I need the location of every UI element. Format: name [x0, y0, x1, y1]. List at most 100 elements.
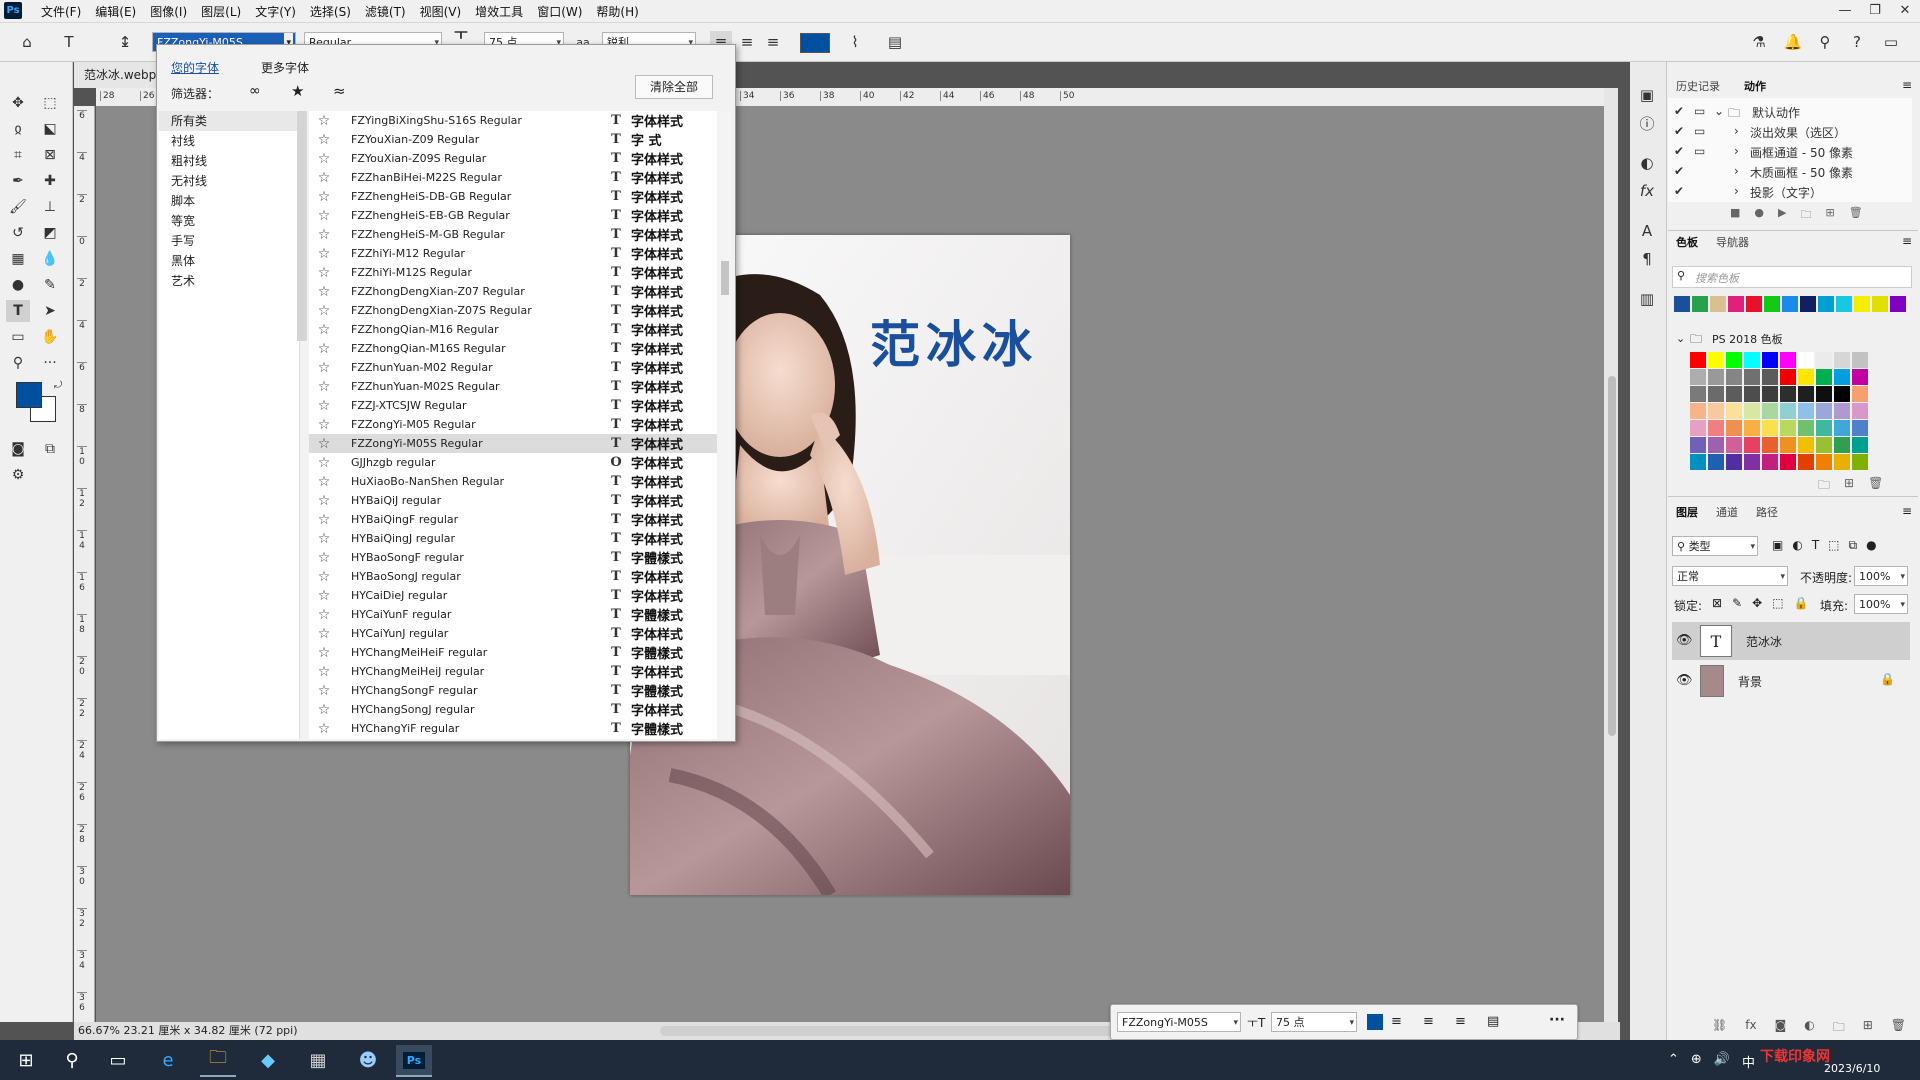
checkmark-icon[interactable]: ✔: [1674, 104, 1684, 118]
text-color-swatch[interactable]: [800, 33, 830, 53]
type-filter-icon[interactable]: T: [1812, 538, 1819, 553]
path-selection-tool-icon[interactable]: ➤: [38, 300, 62, 322]
paragraph-panel-icon[interactable]: ¶: [1636, 248, 1658, 270]
frame-tool-icon[interactable]: ⊠: [38, 144, 62, 166]
align-center-icon[interactable]: ≡: [1423, 1014, 1434, 1029]
category-item[interactable]: 手写: [159, 231, 299, 251]
swatch[interactable]: [1690, 454, 1706, 470]
help-icon[interactable]: ?: [1846, 31, 1868, 53]
swatch[interactable]: [1690, 352, 1706, 368]
swatch[interactable]: [1798, 352, 1814, 368]
screen-mode-icon[interactable]: ⧉: [38, 438, 62, 460]
favorite-star-icon[interactable]: ☆: [309, 531, 339, 547]
calculator-icon[interactable]: ▦: [300, 1045, 336, 1075]
font-row[interactable]: ☆ HYChangMeiHeiF regular T 字體樣式: [309, 643, 717, 663]
history-panel-icon[interactable]: ▣: [1636, 84, 1658, 106]
blend-mode-select[interactable]: 正常 ▾: [1672, 566, 1788, 586]
swatch[interactable]: [1780, 352, 1796, 368]
font-row[interactable]: ☆ HYCaiYunF regular T 字體樣式: [309, 605, 717, 625]
font-row[interactable]: ☆ HYChangYiF regular T 字體樣式: [309, 719, 717, 739]
move-tool-icon[interactable]: ✥: [6, 92, 30, 114]
swatch[interactable]: [1780, 454, 1796, 470]
brush-tool-icon[interactable]: 🖌: [6, 196, 30, 218]
font-row[interactable]: ☆ HYBaiQingF regular T 字体样式: [309, 510, 717, 530]
layer-name[interactable]: 背景: [1738, 673, 1762, 690]
favorite-star-icon[interactable]: ☆: [309, 341, 339, 357]
swatch-search-field[interactable]: ⚲ 搜索色板: [1672, 266, 1912, 288]
swatch[interactable]: [1708, 420, 1724, 436]
marquee-tool-icon[interactable]: ⬚: [38, 92, 62, 114]
font-row[interactable]: ☆ FZYouXian-Z09S Regular T 字体样式: [309, 149, 717, 169]
crop-tool-icon[interactable]: ⌗: [6, 144, 30, 166]
creative-cloud-icon[interactable]: ∞: [249, 83, 261, 99]
favorite-star-icon[interactable]: ☆: [309, 265, 339, 281]
swatch[interactable]: [1690, 403, 1706, 419]
align-right-icon[interactable]: ≡: [762, 31, 784, 53]
font-row[interactable]: ☆ FZZhiYi-M12 Regular T 字体样式: [309, 244, 717, 264]
favorite-star-icon[interactable]: ☆: [309, 436, 339, 452]
layer-filter-select[interactable]: ⚲ 类型 ▾: [1672, 536, 1758, 556]
info-panel-icon[interactable]: ⓘ: [1636, 112, 1658, 134]
favorite-star-icon[interactable]: ☆: [309, 702, 339, 718]
close-button[interactable]: ✕: [1890, 0, 1920, 20]
favorite-star-icon[interactable]: ☆: [309, 246, 339, 262]
bell-icon[interactable]: 🔔: [1782, 31, 1804, 53]
swatch[interactable]: [1726, 369, 1742, 385]
swatch[interactable]: [1798, 454, 1814, 470]
file-explorer-icon[interactable]: 🗀: [200, 1045, 236, 1077]
floating-size-select[interactable]: 75 点 ▾: [1271, 1012, 1357, 1032]
warp-text-icon[interactable]: ⌇: [844, 31, 866, 53]
font-row[interactable]: ☆ HYBaoSongF regular T 字體樣式: [309, 548, 717, 568]
align-left-icon[interactable]: ≡: [1391, 1014, 1402, 1029]
font-list-scrollbar[interactable]: [719, 111, 731, 739]
type-tool-preset-icon[interactable]: T: [58, 31, 80, 53]
swatch[interactable]: [1836, 296, 1852, 312]
filter-toggle-icon[interactable]: ●: [1866, 538, 1876, 553]
swatch[interactable]: [1782, 296, 1798, 312]
home-icon[interactable]: ⌂: [16, 31, 38, 53]
font-row[interactable]: ☆ FZZongYi-M05 Regular T 字体样式: [309, 415, 717, 435]
font-row[interactable]: ☆ FZZhanBiHei-M22S Regular T 字体样式: [309, 168, 717, 188]
swatch[interactable]: [1744, 437, 1760, 453]
font-row[interactable]: ☆ FZZhengHeiS-DB-GB Regular T 字体样式: [309, 187, 717, 207]
swatch[interactable]: [1744, 352, 1760, 368]
tab-layers[interactable]: 图层: [1676, 504, 1698, 520]
styles-panel-icon[interactable]: fx: [1636, 180, 1658, 202]
play-icon[interactable]: ▶: [1778, 206, 1786, 225]
swatch[interactable]: [1744, 454, 1760, 470]
delete-icon[interactable]: 🗑: [1868, 476, 1883, 497]
menu-plugins[interactable]: 增效工具: [468, 3, 530, 20]
swatch[interactable]: [1816, 352, 1832, 368]
stamp-tool-icon[interactable]: ⊥: [38, 196, 62, 218]
record-icon[interactable]: ●: [1754, 206, 1764, 225]
panel-menu-icon[interactable]: ≡: [1902, 78, 1912, 92]
hand-tool-icon[interactable]: ✋: [38, 326, 62, 348]
swatch[interactable]: [1744, 386, 1760, 402]
font-row[interactable]: ☆ HYChangSongF regular T 字體樣式: [309, 681, 717, 701]
chevron-down-icon[interactable]: ⌄: [1714, 104, 1724, 118]
swatch[interactable]: [1852, 420, 1868, 436]
font-row[interactable]: ☆ FZZhongQian-M16S Regular T 字体样式: [309, 339, 717, 359]
search-icon[interactable]: ⚲: [54, 1045, 90, 1075]
font-row[interactable]: ☆ HYCaiDieJ regular T 字体样式: [309, 586, 717, 606]
font-row[interactable]: ☆ HYChangSongJ regular T 字体样式: [309, 700, 717, 720]
swatch[interactable]: [1690, 437, 1706, 453]
search-icon[interactable]: ⚲: [1814, 31, 1836, 53]
restore-button[interactable]: ❐: [1860, 0, 1890, 20]
swatch[interactable]: [1854, 296, 1870, 312]
swatch[interactable]: [1852, 369, 1868, 385]
adjustments-panel-icon[interactable]: ◐: [1636, 152, 1658, 174]
swatch[interactable]: [1818, 296, 1834, 312]
favorite-star-icon[interactable]: ☆: [309, 113, 339, 129]
swatch[interactable]: [1744, 369, 1760, 385]
swatch[interactable]: [1798, 369, 1814, 385]
swatch[interactable]: [1764, 296, 1780, 312]
eyedropper-tool-icon[interactable]: ✒: [6, 170, 30, 192]
category-item[interactable]: 所有类: [159, 111, 299, 131]
menu-window[interactable]: 窗口(W): [530, 3, 589, 20]
tab-your-fonts[interactable]: 您的字体: [171, 59, 219, 76]
swatch[interactable]: [1816, 454, 1832, 470]
swatch[interactable]: [1762, 420, 1778, 436]
swatch[interactable]: [1798, 403, 1814, 419]
blur-tool-icon[interactable]: 💧: [38, 248, 62, 270]
